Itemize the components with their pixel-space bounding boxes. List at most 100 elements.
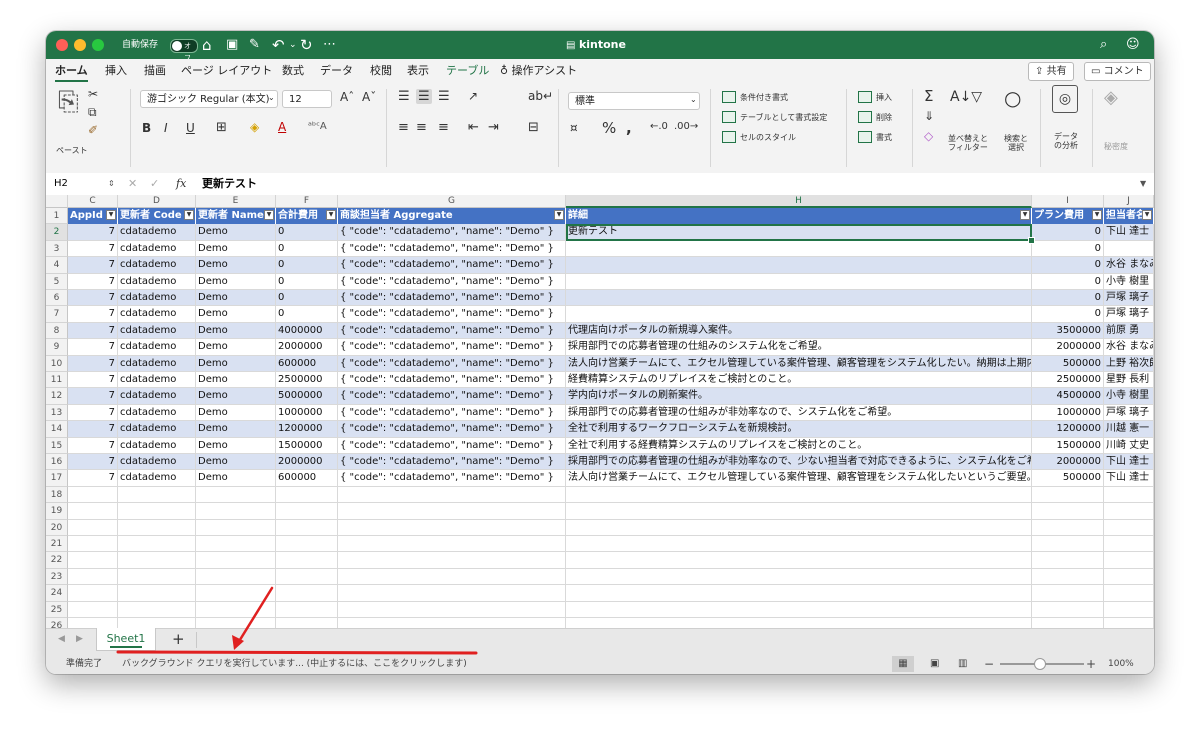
zoom-in-icon[interactable]: +	[1086, 654, 1096, 674]
empty-cell[interactable]	[338, 618, 566, 628]
empty-cell[interactable]	[1104, 618, 1154, 628]
table-cell[interactable]: cdatademo	[118, 240, 196, 258]
empty-cell[interactable]	[566, 585, 1032, 602]
table-cell[interactable]: Demo	[196, 273, 276, 290]
row-header[interactable]: 21	[46, 536, 68, 553]
table-cell[interactable]: 川越 憲一	[1104, 421, 1154, 438]
zoom-window-button[interactable]	[92, 39, 104, 51]
tab-home[interactable]: ホーム	[55, 59, 88, 82]
table-cell[interactable]: 代理店向けポータルの新規導入案件。	[566, 322, 1032, 340]
filter-dropdown-icon[interactable]: ▼	[106, 210, 116, 220]
empty-cell[interactable]	[338, 503, 566, 520]
underline-button[interactable]: U	[186, 121, 195, 135]
empty-cell[interactable]	[276, 618, 338, 628]
empty-cell[interactable]	[68, 486, 118, 504]
table-cell[interactable]: { "code": "cdatademo", "name": "Demo" }	[338, 372, 566, 389]
empty-cell[interactable]	[1032, 601, 1104, 618]
table-cell[interactable]: 7	[68, 339, 118, 356]
empty-cell[interactable]	[1104, 552, 1154, 569]
table-header-cell[interactable]: 更新者 Name ▼	[196, 208, 276, 225]
table-cell[interactable]: { "code": "cdatademo", "name": "Demo" }	[338, 322, 566, 340]
empty-cell[interactable]	[68, 618, 118, 628]
table-cell[interactable]: Demo	[196, 404, 276, 422]
align-left-icon[interactable]: ≡	[398, 120, 409, 135]
table-cell[interactable]: { "code": "cdatademo", "name": "Demo" }	[338, 273, 566, 290]
table-cell[interactable]: 600000	[276, 470, 338, 487]
table-cell[interactable]: 小寺 樹里	[1104, 273, 1154, 290]
empty-cell[interactable]	[276, 601, 338, 618]
empty-cell[interactable]	[1032, 486, 1104, 504]
more-icon[interactable]: ⋯	[323, 31, 336, 59]
row-header[interactable]: 15	[46, 437, 68, 454]
table-cell[interactable]: 法人向け営業チームにて、エクセル管理している案件管理、顧客管理をシステム化したい…	[566, 355, 1032, 372]
paste-icon[interactable]: ⎘	[58, 87, 79, 118]
table-cell[interactable]: 4500000	[1032, 388, 1104, 405]
column-header-h[interactable]: H	[566, 195, 1032, 208]
currency-icon[interactable]: ¤	[570, 121, 578, 135]
table-cell[interactable]: { "code": "cdatademo", "name": "Demo" }	[338, 257, 566, 274]
empty-cell[interactable]	[566, 568, 1032, 586]
empty-cell[interactable]	[338, 601, 566, 618]
tab-page-layout[interactable]: ページ レイアウト	[181, 59, 272, 83]
table-cell[interactable]: Demo	[196, 224, 276, 241]
column-header-c[interactable]: C	[68, 195, 118, 208]
table-cell[interactable]: 2000000	[276, 339, 338, 356]
name-box[interactable]: H2	[54, 173, 88, 195]
align-top-icon[interactable]: ☰	[398, 89, 410, 104]
empty-cell[interactable]	[338, 486, 566, 504]
empty-cell[interactable]	[276, 552, 338, 569]
table-cell[interactable]: cdatademo	[118, 290, 196, 307]
empty-cell[interactable]	[1104, 486, 1154, 504]
table-cell[interactable]: 法人向け営業チームにて、エクセル管理している案件管理、顧客管理をシステム化したい…	[566, 470, 1032, 487]
empty-cell[interactable]	[196, 568, 276, 586]
row-header[interactable]: 17	[46, 470, 68, 487]
table-cell[interactable]: 7	[68, 290, 118, 307]
table-cell[interactable]: 採用部門での応募者管理の仕組みが非効率なので、少ない担当者で対応できるように、シ…	[566, 454, 1032, 471]
orientation-icon[interactable]: ↗	[468, 89, 478, 103]
table-cell[interactable]: cdatademo	[118, 454, 196, 471]
empty-cell[interactable]	[196, 601, 276, 618]
row-header[interactable]: 24	[46, 585, 68, 602]
table-cell[interactable]: { "code": "cdatademo", "name": "Demo" }	[338, 306, 566, 323]
empty-cell[interactable]	[196, 519, 276, 536]
tell-me[interactable]: ♁ 操作アシスト	[500, 59, 577, 83]
table-cell[interactable]: 7	[68, 372, 118, 389]
table-cell[interactable]: { "code": "cdatademo", "name": "Demo" }	[338, 224, 566, 241]
borders-icon[interactable]: ⊞	[216, 120, 227, 135]
table-cell[interactable]: cdatademo	[118, 404, 196, 422]
table-cell[interactable]: cdatademo	[118, 421, 196, 438]
table-cell[interactable]: 下山 達士	[1104, 454, 1154, 471]
table-cell[interactable]: 0	[276, 240, 338, 258]
empty-cell[interactable]	[196, 486, 276, 504]
table-cell[interactable]: Demo	[196, 240, 276, 258]
empty-cell[interactable]	[68, 585, 118, 602]
table-cell[interactable]: 1500000	[276, 437, 338, 454]
fill-handle[interactable]	[1028, 236, 1035, 244]
table-cell[interactable]: 7	[68, 454, 118, 471]
empty-cell[interactable]	[338, 585, 566, 602]
filter-dropdown-icon[interactable]: ▼	[554, 210, 564, 220]
decrease-decimal-icon[interactable]: .00→	[674, 121, 698, 132]
table-cell[interactable]: cdatademo	[118, 437, 196, 454]
name-box-stepper-icon[interactable]: ⇕	[108, 173, 115, 195]
table-cell[interactable]: cdatademo	[118, 470, 196, 487]
font-name-select[interactable]: 游ゴシック Regular (本文)	[140, 90, 278, 108]
table-cell[interactable]: 下山 達士	[1104, 470, 1154, 487]
column-header-d[interactable]: D	[118, 195, 196, 208]
autosave-toggle[interactable]: オフ	[170, 39, 198, 62]
sort-filter-label[interactable]: 並べ替えと フィルター	[948, 134, 988, 152]
table-cell[interactable]	[566, 257, 1032, 274]
analyze-data-icon[interactable]: ◎	[1052, 85, 1078, 113]
table-cell[interactable]: 下山 達士	[1104, 224, 1154, 241]
table-cell[interactable]: cdatademo	[118, 224, 196, 241]
table-cell[interactable]: Demo	[196, 388, 276, 405]
table-cell[interactable]: { "code": "cdatademo", "name": "Demo" }	[338, 454, 566, 471]
table-cell[interactable]: 7	[68, 240, 118, 258]
row-header[interactable]: 19	[46, 503, 68, 520]
percent-button[interactable]: %	[602, 119, 616, 137]
table-cell[interactable]: 星野 長利	[1104, 372, 1154, 389]
table-header-cell[interactable]: 詳細 ▼	[566, 208, 1032, 225]
row-header[interactable]: 1	[46, 208, 68, 225]
filter-dropdown-icon[interactable]: ▼	[326, 210, 336, 220]
table-cell[interactable]: Demo	[196, 339, 276, 356]
